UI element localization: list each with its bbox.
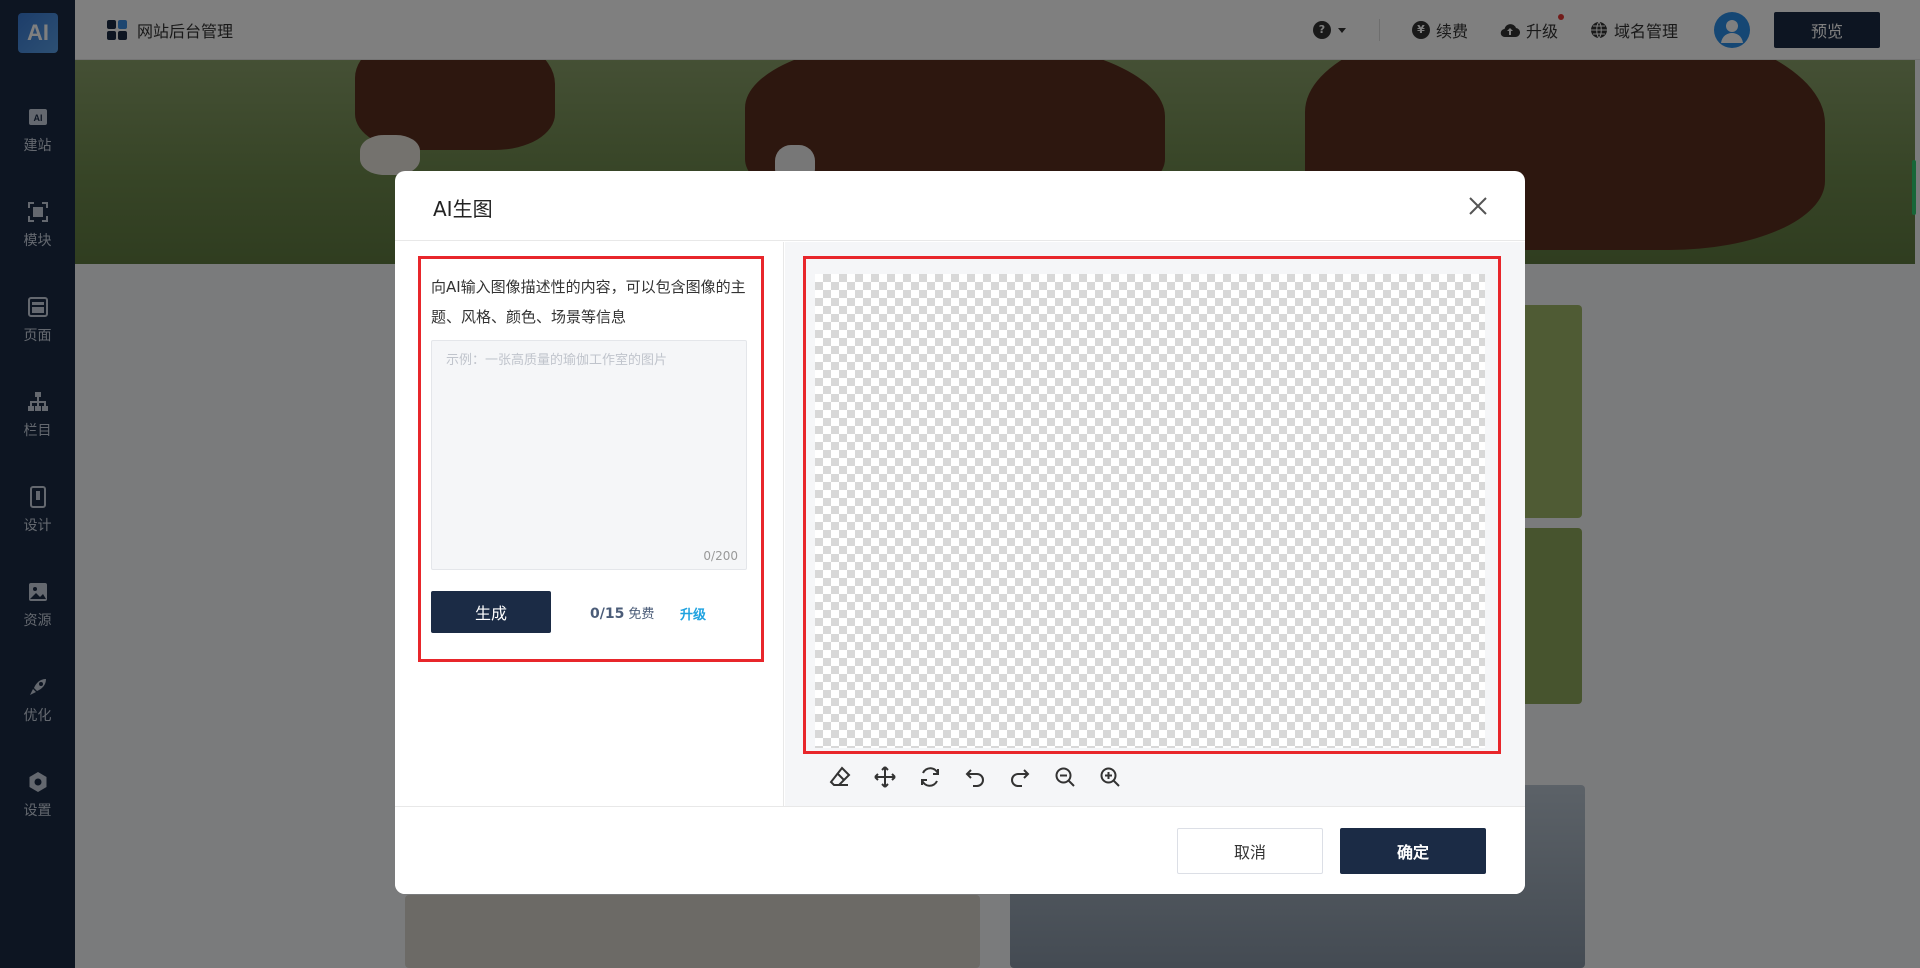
- upgrade-link[interactable]: 升级: [680, 604, 706, 623]
- prompt-input[interactable]: [432, 341, 746, 569]
- dialog-footer: 取消 确定: [395, 806, 1525, 894]
- image-canvas[interactable]: [815, 274, 1485, 748]
- prompt-field[interactable]: 0/200: [431, 340, 747, 570]
- dialog-header: AI生图: [395, 171, 1525, 241]
- image-preview-panel: [785, 242, 1525, 806]
- redo-tool[interactable]: [1005, 762, 1034, 791]
- zoom-out-icon: [1055, 767, 1075, 787]
- image-toolbar: [825, 762, 1124, 791]
- rotate-tool[interactable]: [915, 762, 944, 791]
- undo-tool[interactable]: [960, 762, 989, 791]
- move-icon: [873, 765, 896, 788]
- generate-button[interactable]: 生成: [431, 591, 551, 633]
- move-tool[interactable]: [870, 762, 899, 791]
- close-icon[interactable]: [1467, 195, 1489, 217]
- cancel-button[interactable]: 取消: [1177, 828, 1323, 874]
- prompt-hint: 向AI输入图像描述性的内容，可以包含图像的主题、风格、颜色、场景等信息: [431, 278, 746, 326]
- quota-info: 0/15 免费: [590, 603, 654, 622]
- prompt-panel: 向AI输入图像描述性的内容，可以包含图像的主题、风格、颜色、场景等信息 0/20…: [395, 242, 784, 806]
- eraser-icon: [829, 765, 850, 786]
- quota-count: 0/15: [590, 606, 625, 622]
- quota-free-label: 免费: [628, 607, 655, 622]
- ai-image-dialog: AI生图 向AI输入图像描述性的内容，可以包含图像的主题、风格、颜色、场景等信息…: [395, 171, 1525, 894]
- zoom-out-tool[interactable]: [1050, 762, 1079, 791]
- dialog-title: AI生图: [433, 197, 493, 221]
- char-counter: 0/200: [703, 549, 738, 563]
- confirm-button[interactable]: 确定: [1340, 828, 1486, 874]
- zoom-in-icon: [1100, 767, 1120, 787]
- refresh-icon: [920, 766, 939, 787]
- redo-icon: [1010, 768, 1029, 787]
- eraser-tool[interactable]: [825, 762, 854, 791]
- undo-icon: [965, 768, 984, 787]
- zoom-in-tool[interactable]: [1095, 762, 1124, 791]
